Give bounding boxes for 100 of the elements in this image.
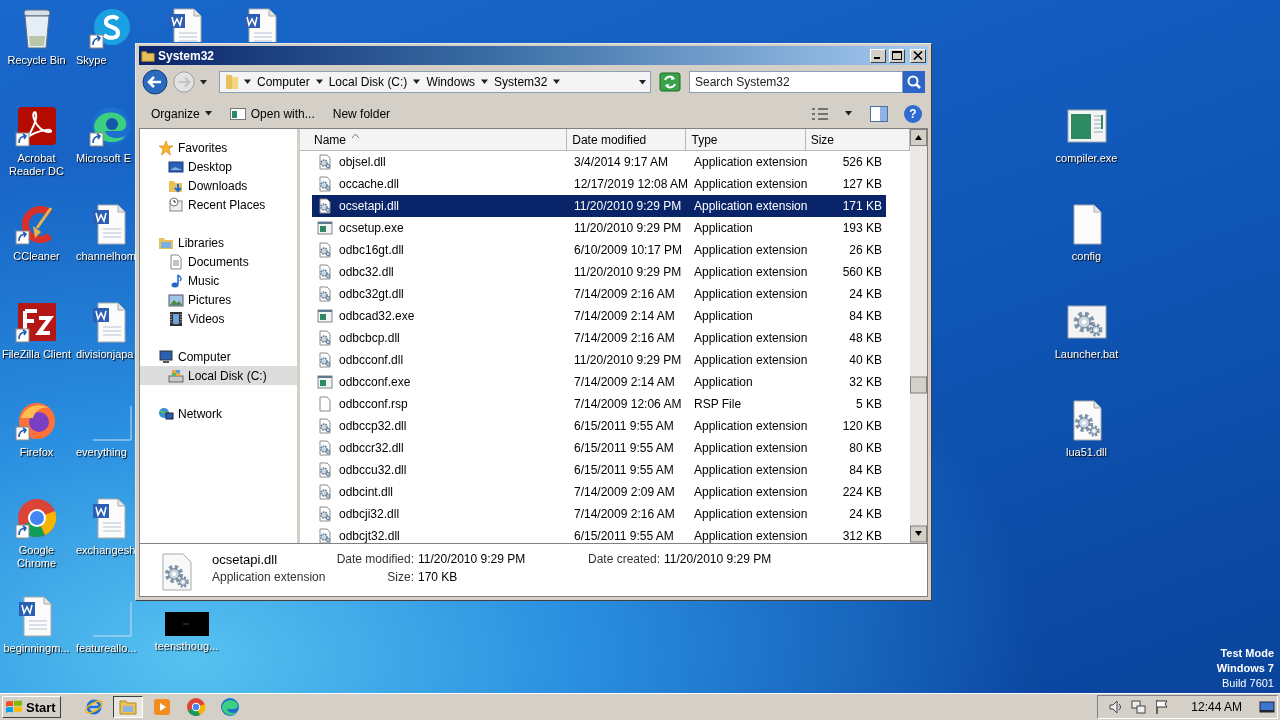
- preview-pane-button[interactable]: [868, 103, 890, 124]
- breadcrumb-item[interactable]: Windows: [424, 75, 478, 89]
- file-row[interactable]: odbcji32.dll 7/14/2009 2:16 AM Application extension 24 KB: [312, 503, 886, 525]
- date-cell-text: 11/20/2010 9:29 PM: [573, 265, 683, 279]
- size-cell-text: 40 KB: [848, 353, 883, 367]
- show-desktop-icon[interactable]: [1259, 699, 1275, 715]
- file-name: odbccp32.dll: [339, 419, 407, 433]
- breadcrumb-item[interactable]: Computer: [255, 75, 312, 89]
- computer-icon: [158, 348, 174, 365]
- caret-icon[interactable]: [481, 79, 489, 85]
- column-header[interactable]: Type: [686, 129, 806, 150]
- search-field[interactable]: Search System32: [689, 71, 903, 93]
- desktop-icon: [168, 158, 184, 175]
- desktop-icon-label[interactable]: FileZilla Client: [1, 348, 72, 361]
- navigation-item[interactable]: Recent Places: [140, 195, 297, 214]
- clock[interactable]: 12:44 AM: [1191, 700, 1242, 714]
- desktop-icon-label[interactable]: CCleaner: [13, 250, 60, 263]
- file-row[interactable]: odbcbcp.dll 7/14/2009 2:16 AM Application extension 48 KB: [312, 327, 886, 349]
- file-row[interactable]: odbccu32.dll 6/15/2011 9:55 AM Application extension 84 KB: [312, 459, 886, 481]
- navigation-item[interactable]: Documents: [140, 252, 297, 271]
- gear-file-icon: [317, 154, 333, 170]
- file-row[interactable]: odbcconf.rsp 7/14/2009 12:06 AM RSP File 5 KB: [312, 393, 886, 415]
- file-row[interactable]: odbcconf.dll 11/20/2010 9:29 PM Application extension 40 KB: [312, 349, 886, 371]
- breadcrumb-item[interactable]: System32: [492, 75, 550, 89]
- taskbar-app-button[interactable]: [112, 696, 143, 718]
- file-row[interactable]: ocsetup.exe 11/20/2010 9:29 PM Application 193 KB: [312, 217, 886, 239]
- file-name: odbcbcp.dll: [339, 331, 400, 345]
- desktop-icon-label[interactable]: config: [1071, 250, 1102, 263]
- chat-app-icon[interactable]: [89, 6, 133, 50]
- caret-icon[interactable]: [315, 79, 323, 85]
- flag-icon[interactable]: [1154, 699, 1171, 715]
- field-value: 170 KB: [418, 570, 458, 586]
- breadcrumb-item[interactable]: Local Disk (C:): [326, 75, 410, 89]
- gear-file-icon: [317, 286, 333, 302]
- file-row[interactable]: objsel.dll 3/4/2014 9:17 AM Application extension 526 KB: [312, 151, 886, 173]
- hard-drive-icon: [168, 367, 184, 384]
- close-button[interactable]: [910, 48, 926, 63]
- minimize-button[interactable]: [870, 48, 886, 63]
- network-icon[interactable]: [1131, 699, 1148, 715]
- desktop-icon-label[interactable]: lua51.dll: [1066, 446, 1107, 459]
- back-button[interactable]: [142, 69, 168, 95]
- browser-icon[interactable]: [14, 496, 59, 540]
- media-player-icon: [151, 697, 172, 717]
- preview-pane-icon: [870, 105, 888, 122]
- file-row[interactable]: odbcconf.exe 7/14/2009 2:14 AM Application 32 KB: [312, 371, 886, 393]
- file-row[interactable]: odbc32gt.dll 7/14/2009 2:16 AM Application extension 24 KB: [312, 283, 886, 305]
- navigation-item[interactable]: Libraries: [140, 233, 297, 252]
- refresh-button[interactable]: [659, 72, 681, 92]
- caret-icon[interactable]: [244, 79, 251, 85]
- toolbar-button[interactable]: Open with...: [223, 103, 321, 124]
- film-icon: [168, 310, 184, 327]
- toolbar-button[interactable]: New folder: [326, 103, 397, 124]
- file-row[interactable]: odbccr32.dll 6/15/2011 9:55 AM Application extension 80 KB: [312, 437, 886, 459]
- column-header[interactable]: Name: [300, 129, 568, 150]
- gear-file-icon: [160, 552, 194, 592]
- column-header[interactable]: Date modified: [567, 129, 687, 150]
- help-button[interactable]: ?: [904, 104, 922, 123]
- file-row[interactable]: odbcjt32.dll 6/15/2011 9:55 AM Application extension 312 KB: [312, 525, 886, 543]
- navigation-item[interactable]: Computer: [140, 347, 297, 366]
- search-button[interactable]: [903, 71, 925, 93]
- file-name: odbcji32.dll: [339, 507, 400, 521]
- pdf-app-icon[interactable]: [14, 104, 59, 148]
- navigation-item[interactable]: Desktop: [140, 157, 297, 176]
- date-cell-text: 6/15/2011 9:55 AM: [573, 463, 675, 477]
- flag-logo-icon: [5, 699, 23, 715]
- file-row[interactable]: odbc32.dll 11/20/2010 9:29 PM Application extension 560 KB: [312, 261, 886, 283]
- navigation-item[interactable]: Videos: [140, 309, 297, 328]
- desktop-icon-label[interactable]: Skype: [76, 54, 107, 67]
- desktop-icon-label[interactable]: Launcher.bat: [1054, 348, 1119, 361]
- date-cell-text: 6/15/2011 9:55 AM: [573, 529, 675, 543]
- size-cell-text: 26 KB: [848, 243, 883, 257]
- navigation-item[interactable]: Downloads: [140, 176, 297, 195]
- address-bar[interactable]: Computer Local Disk (C:) Windows System32: [219, 71, 651, 93]
- browser-icon[interactable]: [89, 104, 133, 148]
- desktop-icon-label[interactable]: channelhom: [76, 250, 136, 263]
- caret-icon[interactable]: [413, 79, 421, 85]
- file-row[interactable]: occache.dll 12/17/2019 12:08 AM Application extension 127 KB: [312, 173, 886, 195]
- file-row[interactable]: ocsetapi.dll 11/20/2010 9:29 PM Application extension 171 KB: [312, 195, 886, 217]
- file-row[interactable]: odbcint.dll 7/14/2009 2:09 AM Application extension 224 KB: [312, 481, 886, 503]
- navigation-item[interactable]: Network: [140, 404, 297, 423]
- ftp-app-icon[interactable]: [14, 300, 59, 344]
- navigation-item[interactable]: Pictures: [140, 290, 297, 309]
- file-row[interactable]: odbccp32.dll 6/15/2011 9:55 AM Application extension 120 KB: [312, 415, 886, 437]
- toolbar-button[interactable]: Organize: [145, 103, 218, 124]
- navigation-item[interactable]: Favorites: [140, 138, 297, 157]
- maximize-button[interactable]: [889, 48, 905, 63]
- navigation-item[interactable]: Local Disk (C:): [140, 366, 297, 385]
- desktop-icon-label[interactable]: divisionjapa: [76, 348, 134, 361]
- desktop-icon-label[interactable]: compiler.exe: [1055, 152, 1118, 165]
- caret-icon[interactable]: [553, 79, 561, 85]
- desktop-icon-label[interactable]: Acrobat Reader DC: [0, 152, 74, 178]
- file-row[interactable]: odbcad32.exe 7/14/2009 2:14 AM Application 84 KB: [312, 305, 886, 327]
- scrollbar[interactable]: [910, 129, 927, 543]
- navigation-item[interactable]: Music: [140, 271, 297, 290]
- file-row[interactable]: odbc16gt.dll 6/10/2009 10:17 PM Application extension 26 KB: [312, 239, 886, 261]
- gear-file-icon: [317, 198, 333, 214]
- start-button[interactable]: Start: [2, 696, 61, 718]
- thumbnail-icon[interactable]: [164, 612, 209, 636]
- desktop-icon-label[interactable]: Microsoft E: [76, 152, 131, 165]
- desktop-icon-label[interactable]: Recycle Bin: [7, 54, 66, 67]
